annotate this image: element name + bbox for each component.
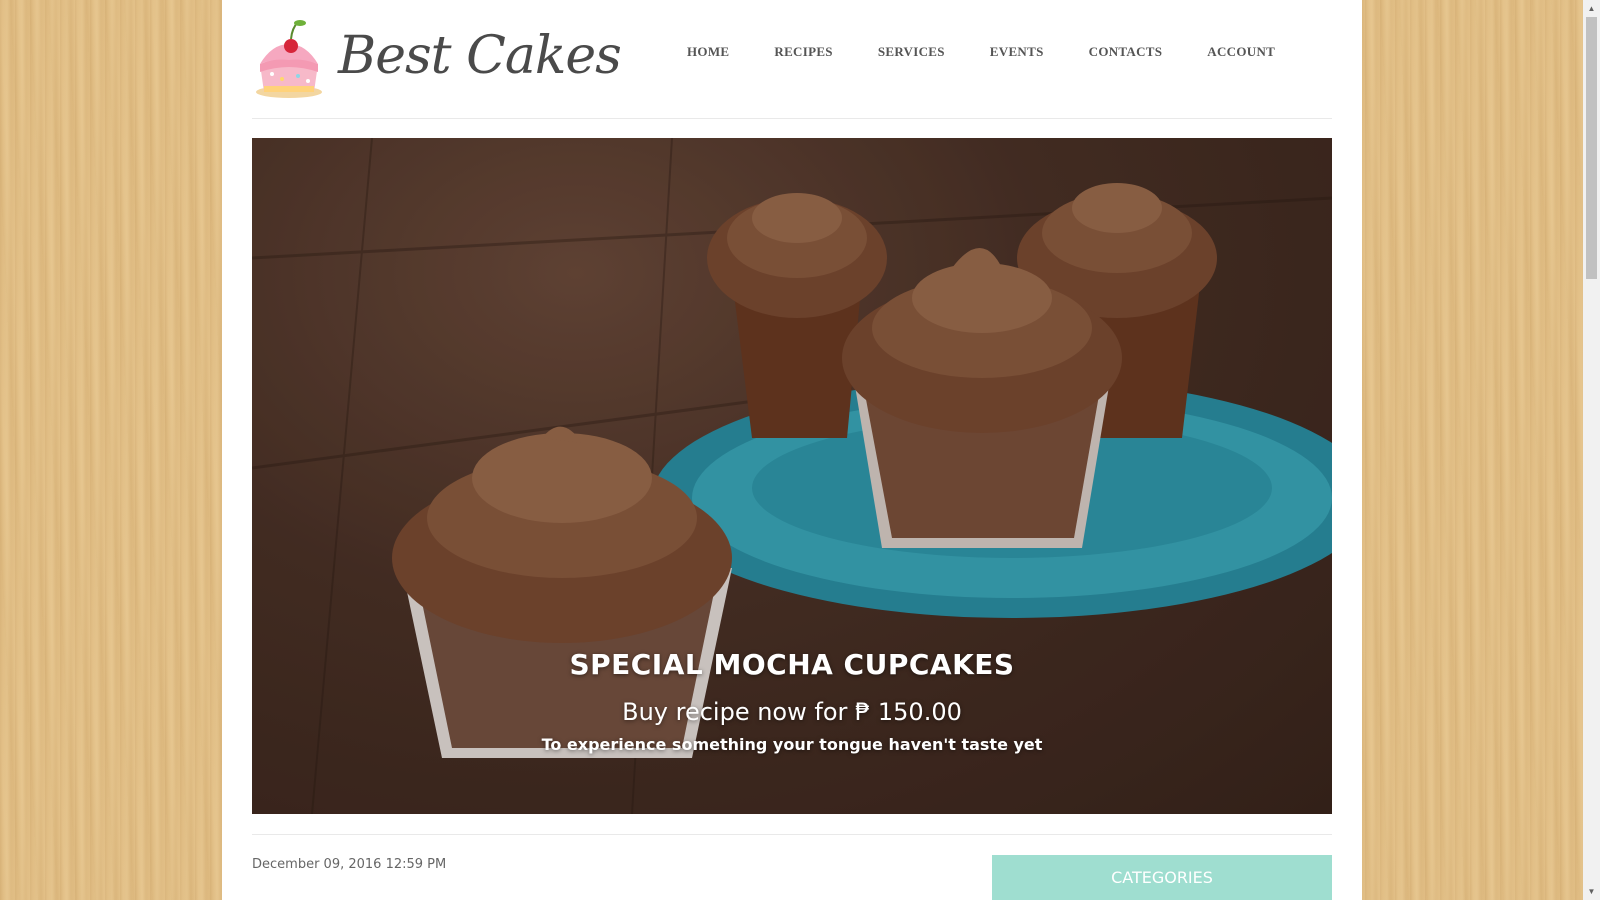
scroll-up-icon[interactable]: ▲ [1583, 0, 1600, 17]
brand-name: Best Cakes [338, 26, 622, 86]
nav-events[interactable]: EVENTS [990, 44, 1044, 60]
hero-banner[interactable]: SPECIAL MOCHA CUPCAKES Buy recipe now fo… [252, 138, 1332, 814]
hero-title: SPECIAL MOCHA CUPCAKES [569, 648, 1015, 681]
nav-contacts[interactable]: CONTACTS [1089, 44, 1163, 60]
page-container: Best Cakes HOME RECIPES SERVICES EVENTS … [222, 0, 1362, 900]
scroll-thumb[interactable] [1586, 17, 1597, 279]
nav-home[interactable]: HOME [687, 44, 729, 60]
vertical-scrollbar[interactable]: ▲ ▼ [1583, 0, 1600, 900]
nav-recipes[interactable]: RECIPES [774, 44, 832, 60]
post-date: December 09, 2016 12:59 PM [252, 857, 447, 872]
site-header: Best Cakes HOME RECIPES SERVICES EVENTS … [252, 0, 1332, 119]
site-logo[interactable]: Best Cakes [252, 12, 622, 102]
categories-header[interactable]: CATEGORIES [992, 855, 1332, 900]
scroll-down-icon[interactable]: ▼ [1583, 883, 1600, 900]
hero-subtitle: Buy recipe now for ₱ 150.00 [622, 698, 962, 726]
content-divider [252, 834, 1332, 835]
cupcake-icon [256, 20, 322, 98]
hero-tagline: To experience something your tongue have… [541, 735, 1043, 754]
nav-services[interactable]: SERVICES [878, 44, 945, 60]
nav-account[interactable]: ACCOUNT [1207, 44, 1275, 60]
main-nav: HOME RECIPES SERVICES EVENTS CONTACTS AC… [687, 44, 1320, 60]
